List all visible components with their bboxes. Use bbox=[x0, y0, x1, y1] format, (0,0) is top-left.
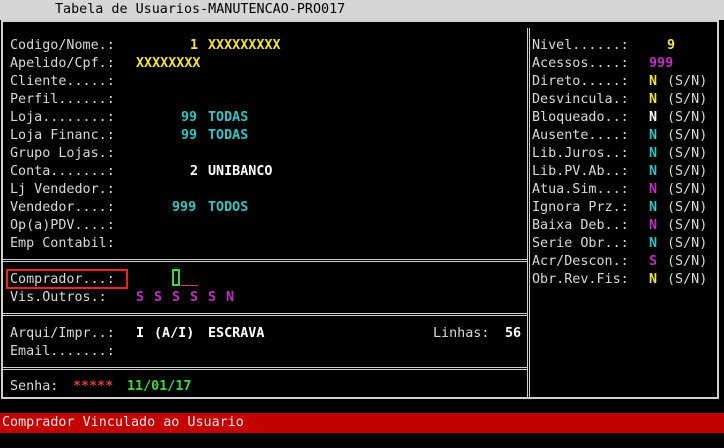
senha-date: 11/01/17 bbox=[127, 379, 192, 394]
vis-outros-flag-3[interactable]: S bbox=[172, 289, 180, 307]
arqui-hint: (A/I) bbox=[154, 326, 195, 341]
flag-value[interactable]: N bbox=[649, 199, 657, 217]
flag-label: Ignora Prz.: bbox=[532, 200, 629, 215]
flag-hint: (S/N) bbox=[667, 164, 708, 179]
emp-contabil-label: Emp Contabil: bbox=[10, 236, 115, 251]
nivel-value[interactable]: 9 bbox=[667, 37, 675, 55]
flag-label: Lib.PV.Ab..: bbox=[532, 164, 629, 179]
flag-value[interactable]: N bbox=[649, 127, 657, 145]
column-divider bbox=[527, 28, 530, 397]
flag-hint: (S/N) bbox=[667, 110, 708, 125]
flag-value[interactable]: N bbox=[649, 91, 657, 109]
flag-hint: (S/N) bbox=[667, 218, 708, 233]
flag-value[interactable]: N bbox=[649, 181, 657, 199]
flag-hint: (S/N) bbox=[667, 128, 708, 143]
vendedor-name: TODOS bbox=[208, 200, 249, 215]
comprador-field-underline-1 bbox=[181, 285, 189, 286]
flag-hint: (S/N) bbox=[667, 146, 708, 161]
loja-financ-label: Loja Financ.: bbox=[10, 128, 115, 143]
flag-label: Direto.....: bbox=[532, 74, 629, 89]
vendedor-number[interactable]: 999 bbox=[172, 199, 196, 217]
flag-value[interactable]: N bbox=[649, 163, 657, 181]
perfil-label: Perfil......: bbox=[10, 92, 115, 107]
flag-label: Desvincula.: bbox=[532, 92, 629, 107]
flag-label: Acr/Descon.: bbox=[532, 254, 629, 269]
status-bar: Comprador Vinculado ao Usuario bbox=[0, 413, 724, 433]
flag-value[interactable]: N bbox=[649, 109, 657, 127]
loja-number[interactable]: 99 bbox=[181, 109, 197, 127]
codigo-number[interactable]: 1 bbox=[190, 37, 198, 55]
comprador-field-underline-2 bbox=[190, 285, 198, 286]
conta-number[interactable]: 2 bbox=[190, 163, 198, 181]
grupo-lojas-label: Grupo Lojas.: bbox=[10, 146, 115, 161]
vis-outros-flag-6[interactable]: N bbox=[226, 289, 234, 307]
flag-value[interactable]: S bbox=[649, 253, 657, 271]
loja-financ-number[interactable]: 99 bbox=[181, 127, 197, 145]
flag-label: Serie Obr..: bbox=[532, 236, 629, 251]
senha-mask[interactable]: ***** bbox=[73, 378, 113, 396]
flag-value[interactable]: N bbox=[649, 217, 657, 235]
comprador-input-cursor[interactable] bbox=[172, 269, 180, 286]
flag-label: Lib.Juros..: bbox=[532, 146, 629, 161]
flag-label: Obr.Rev.Fis: bbox=[532, 272, 629, 287]
loja-name: TODAS bbox=[208, 110, 249, 125]
vis-outros-flag-4[interactable]: S bbox=[190, 289, 198, 307]
cliente-label: Cliente.....: bbox=[10, 74, 115, 89]
comprador-label: Comprador...: bbox=[10, 272, 115, 287]
flag-hint: (S/N) bbox=[667, 200, 708, 215]
section-divider-1 bbox=[3, 259, 527, 262]
conta-label: Conta.......: bbox=[10, 164, 115, 179]
loja-label: Loja........: bbox=[10, 110, 115, 125]
flag-hint: (S/N) bbox=[667, 272, 708, 287]
flag-value[interactable]: N bbox=[649, 271, 657, 289]
flag-hint: (S/N) bbox=[667, 74, 708, 89]
flag-label: Ausente....: bbox=[532, 128, 629, 143]
arqui-type: ESCRAVA bbox=[208, 326, 265, 341]
codigo-label: Codigo/Nome.: bbox=[10, 38, 115, 53]
linhas-value[interactable]: 56 bbox=[505, 325, 521, 343]
flag-label: Atua.Sim...: bbox=[532, 182, 629, 197]
flag-value[interactable]: N bbox=[649, 145, 657, 163]
arqui-label: Arqui/Impr..: bbox=[10, 326, 115, 341]
nivel-label: Nivel......: bbox=[532, 38, 629, 53]
apelido-label: Apelido/Cpf.: bbox=[10, 56, 115, 71]
vendedor-label: Vendedor....: bbox=[10, 200, 115, 215]
apelido-value[interactable]: XXXXXXXX bbox=[136, 55, 201, 73]
status-message: Comprador Vinculado ao Usuario bbox=[2, 415, 244, 430]
acessos-value[interactable]: 999 bbox=[649, 55, 673, 73]
flag-hint: (S/N) bbox=[667, 254, 708, 269]
vis-outros-flag-2[interactable]: S bbox=[154, 289, 162, 307]
flag-value[interactable]: N bbox=[649, 73, 657, 91]
vis-outros-flag-1[interactable]: S bbox=[136, 289, 144, 307]
flag-hint: (S/N) bbox=[667, 182, 708, 197]
lj-vendedor-label: Lj Vendedor.: bbox=[10, 182, 115, 197]
flag-hint: (S/N) bbox=[667, 92, 708, 107]
user-name[interactable]: XXXXXXXXX bbox=[208, 37, 281, 55]
window-title-bar: Tabela de Usuarios-MANUTENCAO-PRO017 bbox=[0, 0, 724, 20]
linhas-label: Linhas: bbox=[433, 326, 490, 341]
section-divider-2 bbox=[3, 313, 527, 316]
conta-name: UNIBANCO bbox=[208, 164, 273, 179]
acessos-label: Acessos....: bbox=[532, 56, 629, 71]
flag-value[interactable]: N bbox=[649, 235, 657, 253]
flag-label: Baixa Deb..: bbox=[532, 218, 629, 233]
vis-outros-flag-5[interactable]: S bbox=[208, 289, 216, 307]
flag-hint: (S/N) bbox=[667, 236, 708, 251]
loja-financ-name: TODAS bbox=[208, 128, 249, 143]
senha-label: Senha: bbox=[10, 379, 59, 394]
flag-label: Bloqueado..: bbox=[532, 110, 629, 125]
vis-outros-label: Vis.Outros.: bbox=[10, 290, 107, 305]
arqui-value[interactable]: I bbox=[136, 325, 144, 343]
opa-pdv-label: Op(a)PDV....: bbox=[10, 218, 115, 233]
section-divider-3 bbox=[3, 367, 527, 370]
window-title: Tabela de Usuarios-MANUTENCAO-PRO017 bbox=[55, 2, 346, 17]
email-label: Email.......: bbox=[10, 344, 115, 359]
